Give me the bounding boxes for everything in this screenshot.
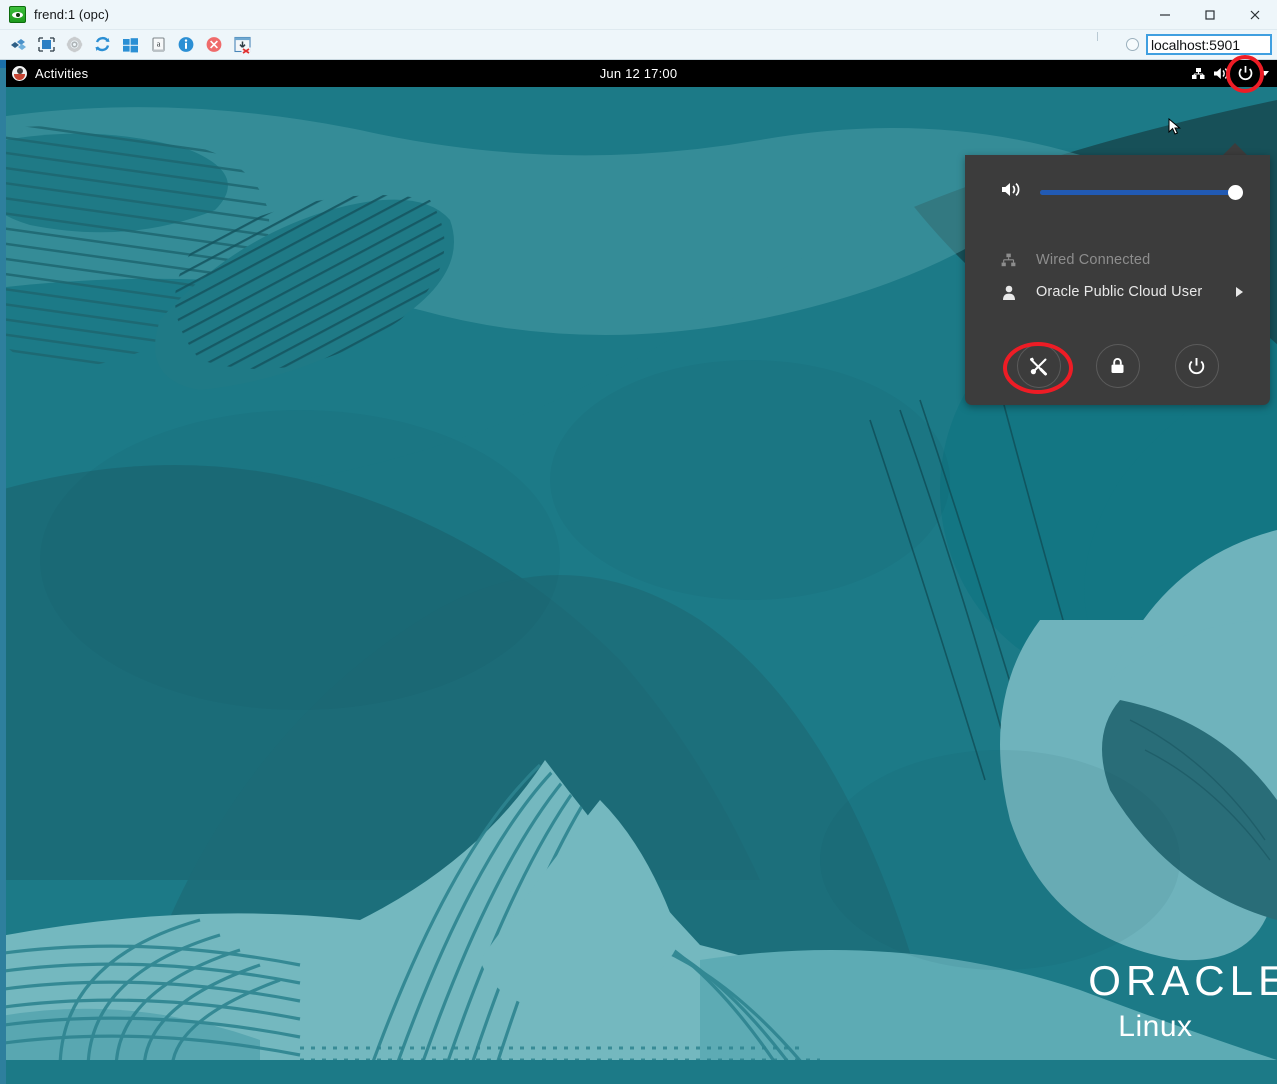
chevron-down-icon[interactable] <box>1261 71 1269 76</box>
system-menu-rows: Wired Connected Oracle Public Cloud User <box>965 204 1270 308</box>
gear-icon[interactable] <box>62 34 86 56</box>
network-cursor-icon[interactable] <box>1186 66 1206 82</box>
slider-handle[interactable] <box>1228 185 1243 200</box>
network-wired-icon <box>1000 253 1017 267</box>
info-icon[interactable] <box>174 34 198 56</box>
minimize-icon[interactable] <box>1142 0 1187 29</box>
gnome-topbar: Activities Jun 12 17:00 <box>0 60 1277 87</box>
brand-oracle-text: ORACLE <box>1088 960 1277 1002</box>
address-input[interactable]: localhost:5901 <box>1146 34 1272 55</box>
user-icon <box>1000 285 1017 300</box>
window-controls <box>1142 0 1277 29</box>
oracle-linux-branding: ORACLE Linux <box>1088 960 1277 1042</box>
send-key-icon[interactable]: a <box>146 34 170 56</box>
toolbar-divider <box>1097 32 1098 41</box>
menu-item-wired-connected[interactable]: Wired Connected <box>965 244 1270 276</box>
vnc-eye-icon <box>9 6 26 23</box>
windows-key-icon[interactable] <box>118 34 142 56</box>
brand-linux-text: Linux <box>1118 1012 1277 1042</box>
refresh-icon[interactable] <box>90 34 114 56</box>
volume-icon[interactable] <box>1213 66 1230 81</box>
svg-text:a: a <box>156 40 160 49</box>
menu-item-label: Wired Connected <box>1036 252 1243 268</box>
system-menu-actions <box>965 308 1270 388</box>
vnc-viewer-window: frend:1 (opc) <box>0 0 1277 1084</box>
connection-indicator[interactable] <box>1126 38 1139 51</box>
power-off-button[interactable] <box>1175 344 1219 388</box>
remote-desktop-canvas[interactable]: ORACLE Linux Activities Jun 12 17:00 <box>0 60 1277 1084</box>
mouse-cursor <box>1168 118 1184 141</box>
volume-slider-row <box>965 155 1270 204</box>
activities-button[interactable]: Activities <box>0 60 98 87</box>
window-titlebar: frend:1 (opc) <box>0 0 1277 30</box>
menu-item-label: Oracle Public Cloud User <box>1036 284 1217 300</box>
slider-fill <box>1040 190 1243 195</box>
activities-label: Activities <box>35 66 88 81</box>
vnc-toolbar: a <box>0 30 1277 60</box>
lock-button[interactable] <box>1096 344 1140 388</box>
close-icon[interactable] <box>1232 0 1277 29</box>
system-menu-popup: Wired Connected Oracle Public Cloud User <box>965 155 1270 405</box>
disconnect-icon[interactable] <box>230 34 254 56</box>
volume-slider[interactable] <box>1040 182 1243 202</box>
volume-icon[interactable] <box>1000 180 1022 204</box>
connection-options-icon[interactable] <box>6 34 30 56</box>
chevron-right-icon[interactable] <box>1236 287 1243 297</box>
fullscreen-icon[interactable] <box>34 34 58 56</box>
maximize-icon[interactable] <box>1187 0 1232 29</box>
vertical-scrollbar[interactable] <box>0 60 6 1084</box>
window-title: frend:1 (opc) <box>34 7 1142 22</box>
settings-button[interactable] <box>1017 344 1061 388</box>
close-connection-icon[interactable] <box>202 34 226 56</box>
power-icon[interactable] <box>1237 65 1254 82</box>
oracle-linux-logo-icon <box>12 66 27 81</box>
menu-item-user-account[interactable]: Oracle Public Cloud User <box>965 276 1270 308</box>
topbar-status-area[interactable] <box>1186 60 1277 87</box>
clock[interactable]: Jun 12 17:00 <box>0 66 1277 81</box>
